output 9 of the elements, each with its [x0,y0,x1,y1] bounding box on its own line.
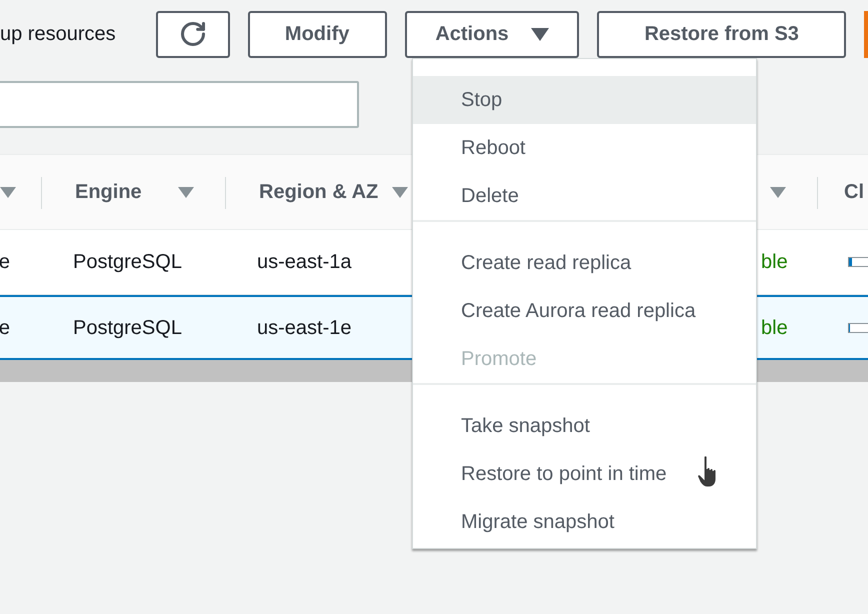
table-cell-text: e [0,250,10,275]
table-cell-text: us-east-1a [257,250,352,275]
table-cell-text: PostgreSQL [73,316,182,340]
table-cell-text: e [0,316,10,340]
toolbar-label: up resources [0,22,117,47]
table-cell-text: us-east-1e [257,316,352,340]
status-text: ble [761,250,788,275]
table-cell-text: PostgreSQL [73,250,182,275]
status-text: ble [761,316,788,340]
